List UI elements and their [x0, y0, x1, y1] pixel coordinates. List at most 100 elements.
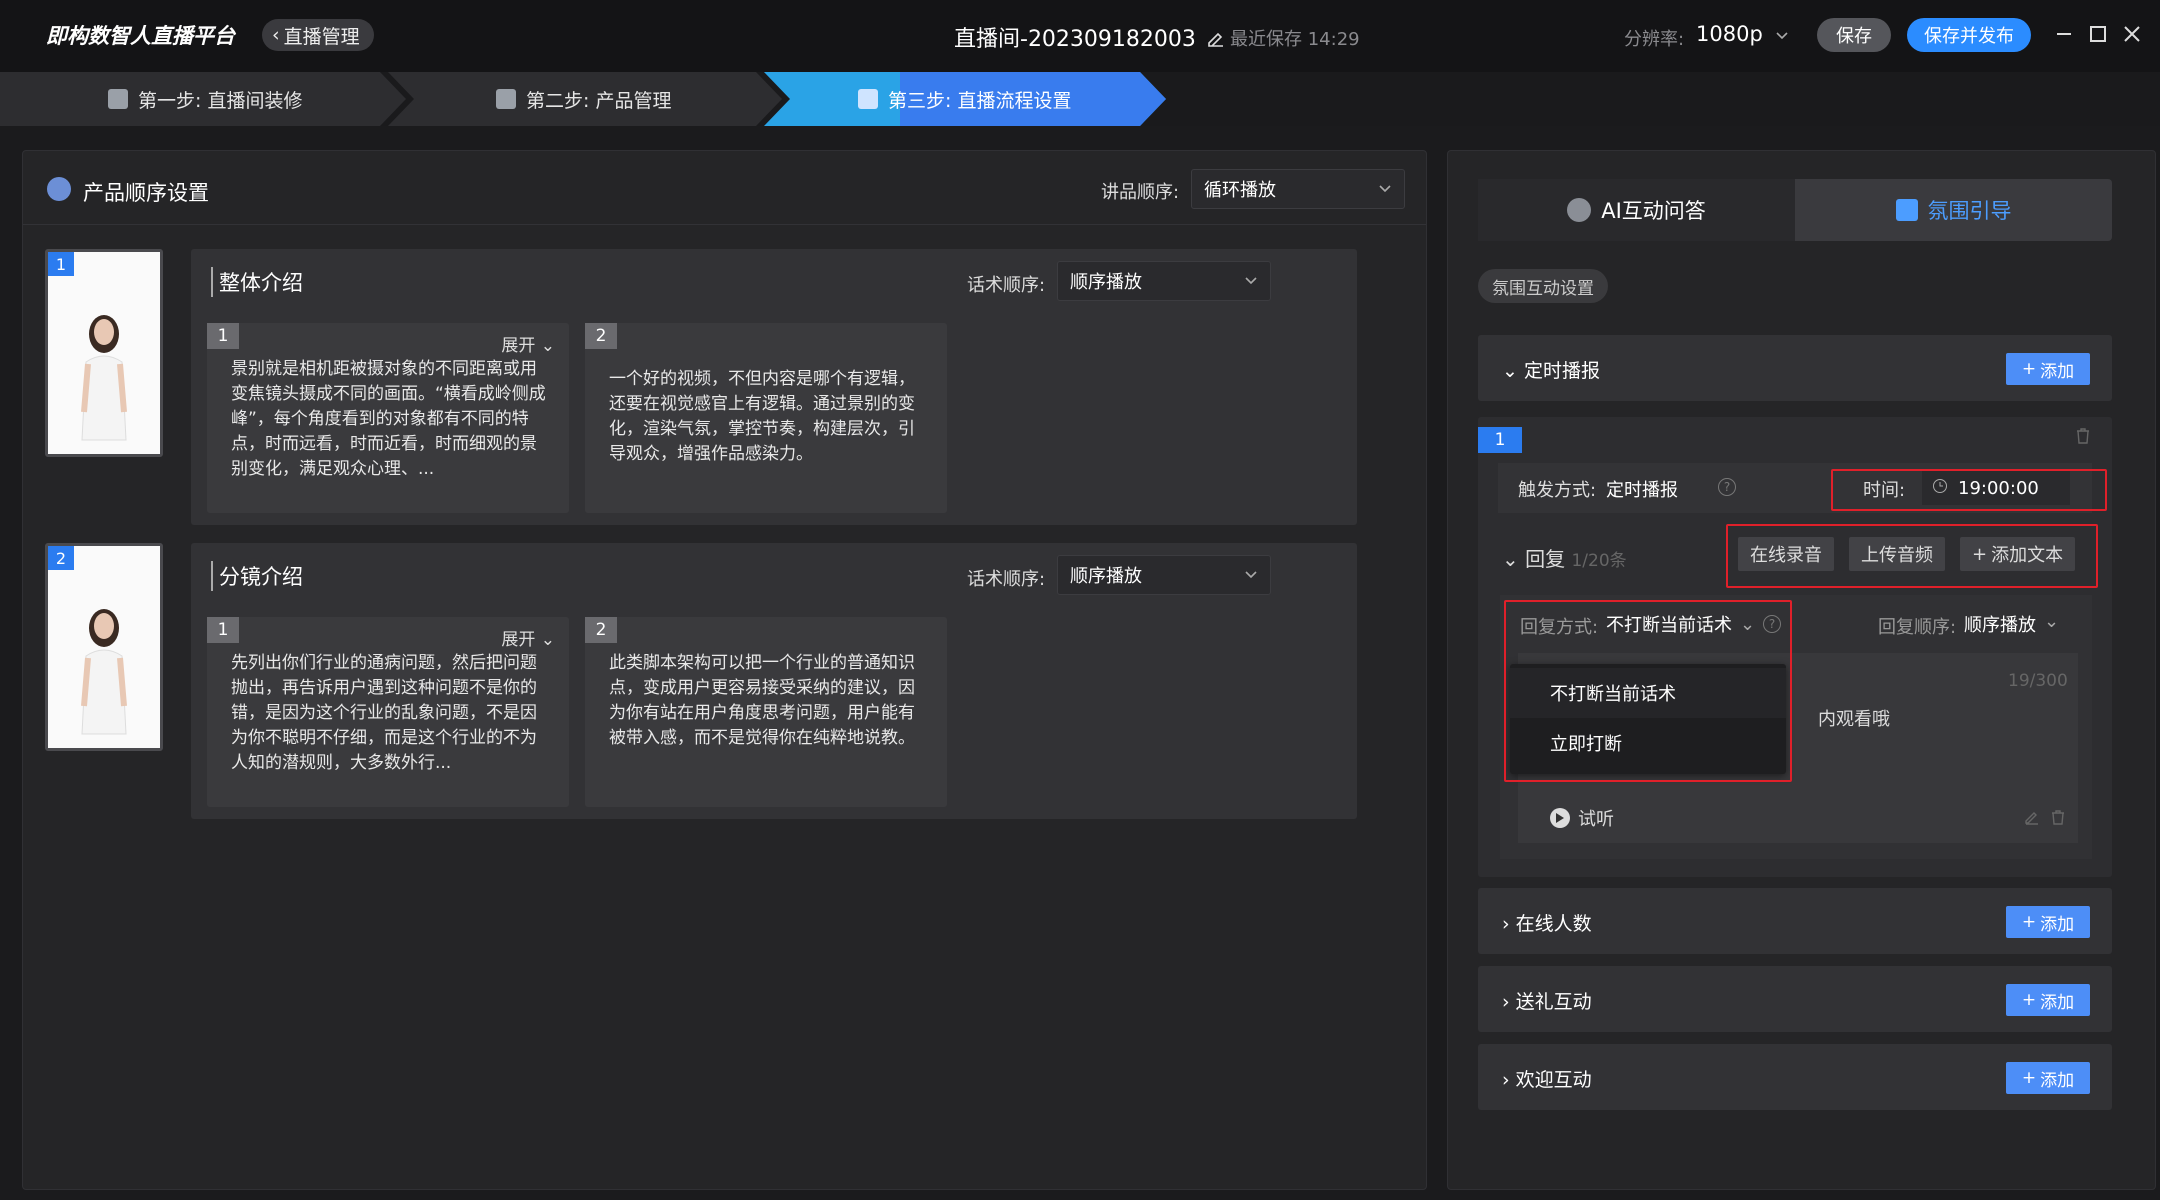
tab-ai-qa[interactable]: AI互动问答: [1478, 179, 1795, 241]
rule-number: 1: [1478, 427, 1522, 453]
step-1-decoration[interactable]: 第一步: 直播间装修: [108, 72, 302, 126]
product-thumbnail[interactable]: 2: [45, 543, 163, 751]
close-icon[interactable]: [2118, 20, 2146, 48]
edit-icon[interactable]: [2024, 809, 2040, 829]
help-icon[interactable]: ?: [1718, 478, 1736, 496]
expand-label: 展开: [501, 336, 536, 356]
script-item[interactable]: 2 此类脚本架构可以把一个行业的普通知识点，变成用户更容易接受采纳的建议，因为你…: [585, 617, 947, 807]
expand-label: 展开: [501, 630, 536, 650]
reply-header[interactable]: ⌄ 回复 1/20条: [1502, 543, 1627, 572]
presenter-image: [48, 546, 160, 748]
box-icon: [496, 89, 516, 109]
section-title-text: 欢迎互动: [1515, 1069, 1592, 1091]
title-bar: 即构数智人直播平台 ‹ 直播管理 直播间-202309182003 最近保存 1…: [0, 0, 2160, 72]
minimize-icon[interactable]: [2050, 20, 2078, 48]
section-title: ⌄ 定时播报: [1502, 356, 1600, 383]
paint-icon: [108, 89, 128, 109]
step-2-products[interactable]: 第二步: 产品管理: [496, 72, 671, 126]
chevron-down-icon: ⌄: [540, 336, 555, 356]
chevron-down-icon: ⌄: [540, 630, 555, 650]
room-title-text: 直播间-202309182003: [954, 27, 1196, 52]
plus-icon: +: [2021, 912, 2037, 932]
atmosphere-icon: [1895, 199, 1918, 221]
script-order-select[interactable]: 顺序播放: [1057, 261, 1271, 301]
step-3-flow[interactable]: 第三步: 直播流程设置: [858, 72, 1071, 126]
highlight-box: [1504, 600, 1792, 782]
chevron-left-icon: ‹: [272, 24, 280, 46]
online-count-section[interactable]: › 在线人数 + 添加: [1478, 888, 2112, 954]
maximize-icon[interactable]: [2084, 20, 2112, 48]
atmosphere-settings-tag[interactable]: 氛围互动设置: [1478, 269, 1608, 303]
script-text: 一个好的视频，不但内容是哪个有逻辑，还要在视觉感官上有逻辑。通过景别的变化，渲染…: [609, 369, 915, 464]
plus-icon: +: [2021, 990, 2037, 1010]
back-label: 直播管理: [283, 25, 360, 48]
panel-title: 产品顺序设置: [83, 181, 209, 205]
product-number: 2: [48, 546, 74, 570]
reply-order-select[interactable]: 顺序播放 ⌄: [1964, 611, 2059, 637]
product-title: 整体介绍: [211, 267, 303, 297]
add-label: 添加: [2040, 992, 2075, 1013]
ai-icon: [1567, 198, 1592, 222]
trash-icon[interactable]: [2074, 427, 2092, 449]
script-order-value: 顺序播放: [1070, 272, 1142, 293]
expand-toggle[interactable]: 展开 ⌄: [501, 331, 555, 356]
add-button[interactable]: + 添加: [2006, 353, 2090, 385]
product-order-panel: 产品顺序设置 讲品顺序: 循环播放 1 整体介绍 话术顺序: 顺序播放 1 展开…: [22, 150, 1427, 1190]
chevron-right-icon: ›: [1502, 1069, 1510, 1091]
script-item[interactable]: 1 展开 ⌄ 先列出你们行业的通病问题，然后把问题抛出，再告诉用户遇到这种问题不…: [207, 617, 569, 807]
app-window: 即构数智人直播平台 ‹ 直播管理 直播间-202309182003 最近保存 1…: [0, 0, 2160, 1200]
expand-toggle[interactable]: 展开 ⌄: [501, 625, 555, 650]
reply-text: 内观看哦: [1818, 709, 1890, 730]
listen-button[interactable]: 试听: [1550, 805, 1614, 831]
script-number: 1: [207, 617, 239, 643]
highlight-box: [1726, 524, 2098, 588]
script-text: 景别就是相机距被摄对象的不同距离或用变焦镜头摄成不同的画面。“横看成岭侧成峰”，…: [231, 359, 546, 479]
reply-label: 回复: [1525, 547, 1566, 571]
script-item[interactable]: 2 一个好的视频，不但内容是哪个有逻辑，还要在视觉感官上有逻辑。通过景别的变化，…: [585, 323, 947, 513]
product-card: 分镜介绍 话术顺序: 顺序播放 1 展开 ⌄ 先列出你们行业的通病问题，然后把问…: [191, 543, 1357, 819]
order-select[interactable]: 循环播放: [1191, 169, 1405, 209]
gift-interaction-section[interactable]: › 送礼互动 + 添加: [1478, 966, 2112, 1032]
order-label: 讲品顺序:: [1101, 182, 1180, 203]
panel-header: 产品顺序设置 讲品顺序: 循环播放: [23, 151, 1426, 225]
chevron-down-icon: [1775, 22, 1789, 46]
section-title-text: 送礼互动: [1515, 991, 1592, 1013]
save-button[interactable]: 保存: [1817, 18, 1891, 52]
play-icon: [1550, 808, 1570, 828]
edit-icon[interactable]: [1206, 25, 1226, 50]
char-count: 19/300: [2008, 671, 2068, 691]
add-button[interactable]: + 添加: [2006, 906, 2090, 938]
resolution-select[interactable]: 1080p: [1696, 22, 1789, 46]
room-title: 直播间-202309182003: [954, 21, 1226, 53]
reply-order-label: 回复顺序:: [1878, 617, 1957, 638]
reply-count: 1/20条: [1571, 551, 1627, 571]
reply-order-value: 顺序播放: [1964, 615, 2036, 636]
presenter-image: [48, 252, 160, 454]
script-order-select[interactable]: 顺序播放: [1057, 555, 1271, 595]
welcome-interaction-section[interactable]: › 欢迎互动 + 添加: [1478, 1044, 2112, 1110]
script-order-value: 顺序播放: [1070, 566, 1142, 587]
step-navigation: 第一步: 直播间装修 第二步: 产品管理 第三步: 直播流程设置: [0, 72, 2160, 126]
back-button[interactable]: ‹ 直播管理: [262, 19, 374, 51]
product-thumbnail[interactable]: 1: [45, 249, 163, 457]
tab-atmosphere-label: 氛围引导: [1927, 199, 2012, 223]
tab-atmosphere[interactable]: 氛围引导: [1795, 179, 2112, 241]
add-label: 添加: [2040, 361, 2075, 382]
product-card: 整体介绍 话术顺序: 顺序播放 1 展开 ⌄ 景别就是相机距被摄对象的不同距离或…: [191, 249, 1357, 525]
timed-broadcast-section[interactable]: ⌄ 定时播报 + 添加: [1478, 335, 2112, 401]
section-title: › 送礼互动: [1502, 987, 1592, 1014]
script-item[interactable]: 1 展开 ⌄ 景别就是相机距被摄对象的不同距离或用变焦镜头摄成不同的画面。“横看…: [207, 323, 569, 513]
script-order-label: 话术顺序:: [967, 569, 1046, 590]
chevron-down-icon: [1378, 179, 1392, 200]
add-button[interactable]: + 添加: [2006, 984, 2090, 1016]
chevron-down-icon: ⌄: [1502, 360, 1518, 382]
script-text: 此类脚本架构可以把一个行业的普通知识点，变成用户更容易接受采纳的建议，因为你有站…: [609, 653, 915, 748]
chevron-right-icon: ›: [1502, 913, 1510, 935]
add-button[interactable]: + 添加: [2006, 1062, 2090, 1094]
resolution-label: 分辨率:: [1624, 29, 1685, 50]
save-publish-button[interactable]: 保存并发布: [1907, 18, 2031, 52]
trash-icon[interactable]: [2050, 809, 2066, 829]
product-number: 1: [48, 252, 74, 276]
resolution-value: 1080p: [1696, 22, 1763, 46]
trigger-label: 触发方式:: [1518, 480, 1597, 501]
